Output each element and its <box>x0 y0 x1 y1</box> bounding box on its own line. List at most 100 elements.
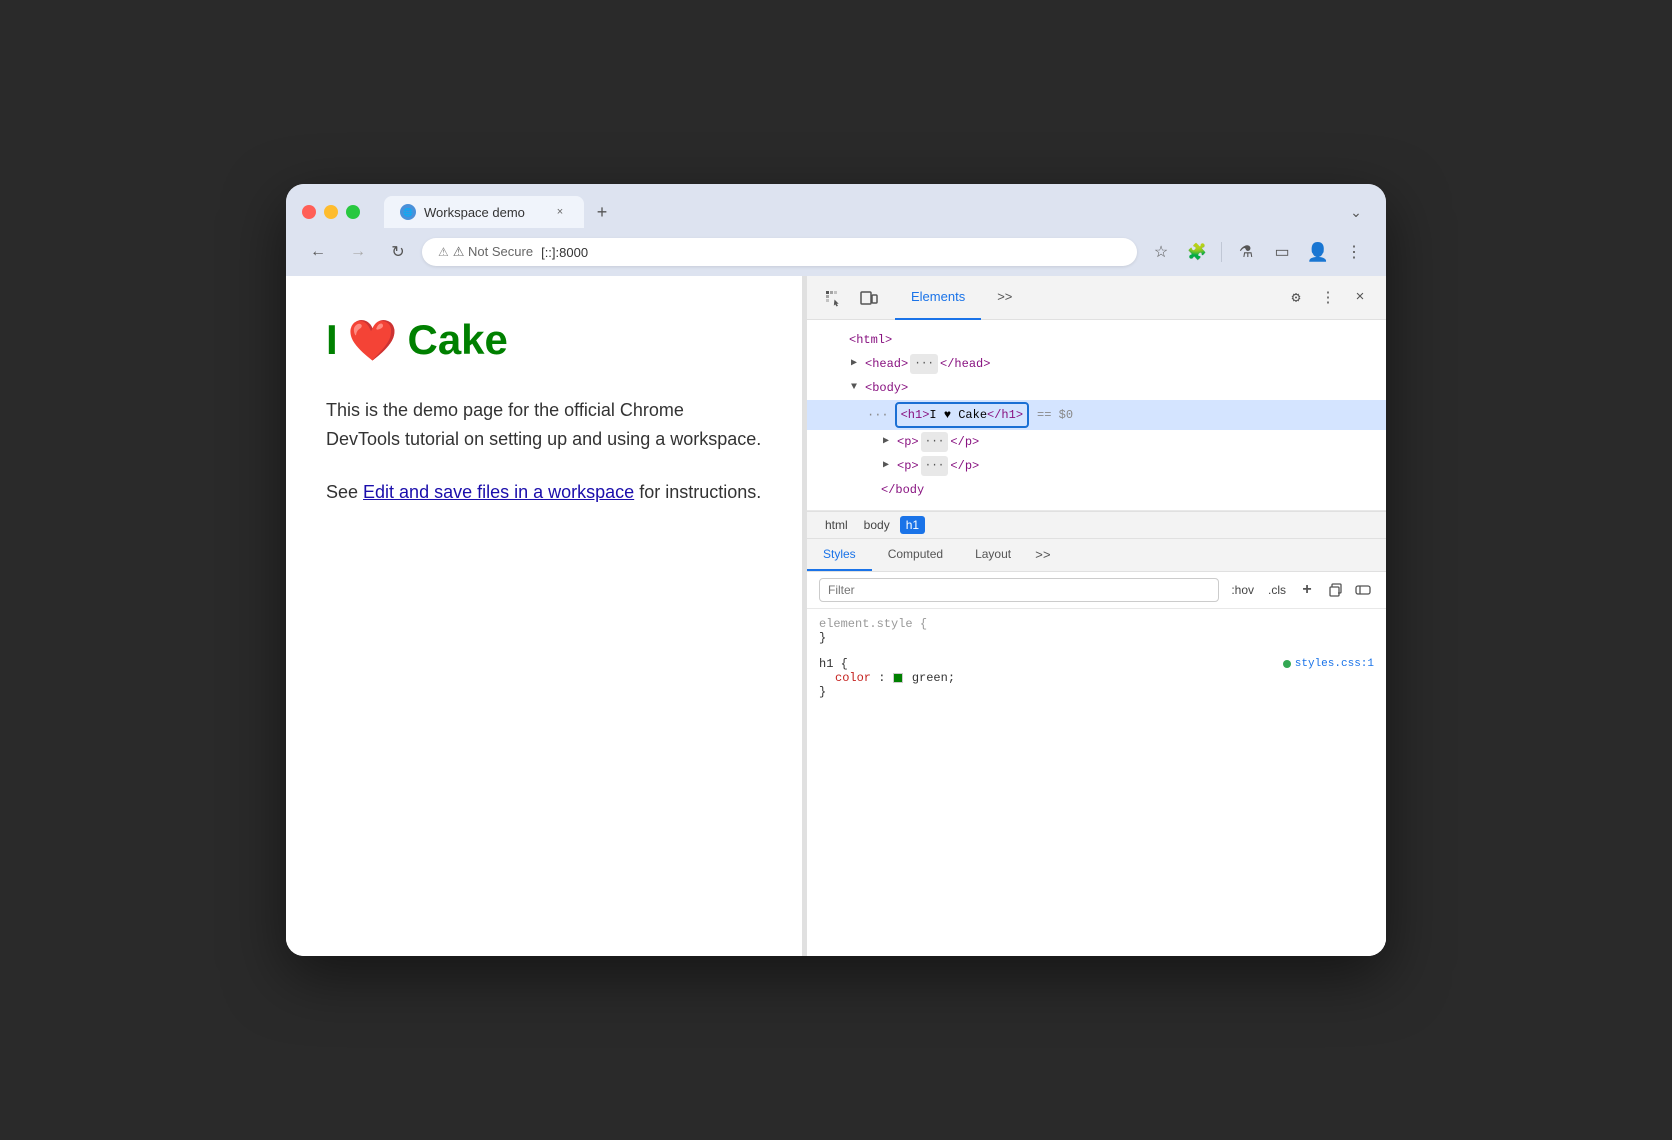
ellipsis-button[interactable]: ··· <box>910 354 938 374</box>
dom-body-line[interactable]: ▼ <body> <box>807 376 1386 400</box>
tab-menu-button[interactable]: ⌄ <box>1342 198 1370 226</box>
nav-icons: ☆ 🧩 ⚗ ▭ 👤 ⋮ <box>1145 236 1370 268</box>
selected-element-ref: == $0 <box>1037 405 1073 425</box>
sidebar-button[interactable]: ▭ <box>1266 236 1298 268</box>
tab-elements[interactable]: Elements <box>895 276 981 320</box>
content-area: I ❤️ Cake This is the demo page for the … <box>286 276 1386 956</box>
security-label: ⚠ Not Secure <box>453 244 533 260</box>
nav-bar: ← → ↻ ⚠ ⚠ Not Secure [::]:8000 ☆ 🧩 ⚗ ▭ 👤… <box>286 228 1386 276</box>
extensions-button[interactable]: 🧩 <box>1181 236 1213 268</box>
breadcrumb-h1[interactable]: h1 <box>900 516 925 534</box>
security-warning: ⚠ ⚠ Not Secure <box>438 244 533 260</box>
dom-more-dots[interactable]: ··· <box>867 405 889 425</box>
add-style-button[interactable]: + <box>1296 579 1318 601</box>
inspect-element-button[interactable] <box>819 284 847 312</box>
dom-head-line[interactable]: ▶ <head> ··· </head> <box>807 352 1386 376</box>
active-tab[interactable]: 🌐 Workspace demo × <box>384 196 584 228</box>
elements-tab-label: Elements <box>911 289 965 304</box>
css-source-dot <box>1283 660 1291 668</box>
color-swatch[interactable] <box>893 673 903 683</box>
tab-layout[interactable]: Layout <box>959 539 1027 571</box>
heading-prefix: I <box>326 316 338 364</box>
breadcrumb-body[interactable]: body <box>858 516 896 534</box>
address-text: [::]:8000 <box>541 245 588 260</box>
workspace-link[interactable]: Edit and save files in a workspace <box>363 482 634 502</box>
tab-more[interactable]: >> <box>981 276 1028 320</box>
css-source-link[interactable]: styles.css:1 <box>1283 658 1374 670</box>
device-toolbar-button[interactable] <box>855 284 883 312</box>
toggle-style-button[interactable] <box>1352 579 1374 601</box>
css-rule-selector-line: h1 { styles.css:1 <box>819 657 1374 671</box>
expand-icon: ▼ <box>851 378 865 398</box>
bookmark-button[interactable]: ☆ <box>1145 236 1177 268</box>
minimize-window-button[interactable] <box>324 205 338 219</box>
warning-icon: ⚠ <box>438 245 449 259</box>
filter-bar: :hov .cls + <box>807 572 1386 609</box>
ellipsis-button[interactable]: ··· <box>921 432 949 452</box>
heading-suffix: Cake <box>407 316 507 364</box>
browser-window: 🌐 Workspace demo × + ⌄ ← → ↻ ⚠ ⚠ Not Sec… <box>286 184 1386 956</box>
devtools-toolbar: Elements >> ⚙ ⋮ × <box>807 276 1386 320</box>
dom-h1-line[interactable]: ··· <h1>I ♥ Cake</h1> == $0 <box>807 400 1386 430</box>
page-link-section: See Edit and save files in a workspace f… <box>326 478 762 507</box>
reload-button[interactable]: ↻ <box>382 236 414 268</box>
dom-tree: <html> ▶ <head> ··· </head> ▼ <body> ··· <box>807 320 1386 511</box>
tab-close-button[interactable]: × <box>552 204 568 220</box>
dom-h1-highlighted: <h1>I ♥ Cake</h1> <box>895 402 1029 428</box>
page-heading: I ❤️ Cake <box>326 316 762 364</box>
new-tab-button[interactable]: + <box>588 198 616 226</box>
devtools-close-button[interactable]: × <box>1346 284 1374 312</box>
devtools-panel: Elements >> ⚙ ⋮ × <html> <box>806 276 1386 956</box>
tab-computed[interactable]: Computed <box>872 539 959 571</box>
devtools-tab-list: Elements >> <box>895 276 1274 320</box>
expand-icon: ▶ <box>883 432 897 452</box>
hov-button[interactable]: :hov <box>1227 581 1258 599</box>
dom-p1-line[interactable]: ▶ <p> ··· </p> <box>807 430 1386 454</box>
tab-favicon-icon: 🌐 <box>400 204 416 220</box>
css-source-label: styles.css:1 <box>1295 658 1374 670</box>
css-rule-element-style: element.style { } <box>819 617 1374 645</box>
page-content: I ❤️ Cake This is the demo page for the … <box>286 276 802 956</box>
dom-body-close-line[interactable]: </body <box>807 478 1386 502</box>
forward-button: → <box>342 236 374 268</box>
devtools-settings-button[interactable]: ⚙ <box>1282 284 1310 312</box>
filter-buttons: :hov .cls + <box>1227 579 1374 601</box>
tab-bar: 🌐 Workspace demo × + ⌄ <box>384 196 1370 228</box>
nav-separator <box>1221 242 1222 262</box>
profile-button[interactable]: 👤 <box>1302 236 1334 268</box>
css-rule-selector: element.style { <box>819 617 1374 631</box>
tab-title: Workspace demo <box>424 205 544 220</box>
css-rule-closing-h1: } <box>819 685 1374 699</box>
dom-p2-line[interactable]: ▶ <p> ··· </p> <box>807 454 1386 478</box>
cls-button[interactable]: .cls <box>1264 581 1290 599</box>
back-button[interactable]: ← <box>302 236 334 268</box>
dom-html-line[interactable]: <html> <box>807 328 1386 352</box>
menu-button[interactable]: ⋮ <box>1338 236 1370 268</box>
traffic-lights <box>302 205 360 219</box>
css-rule-closing: } <box>819 631 1374 645</box>
css-rules-list: element.style { } h1 { styles.css:1 <box>807 609 1386 719</box>
styles-filter-input[interactable] <box>819 578 1219 602</box>
expand-icon: ▶ <box>851 354 865 374</box>
heart-emoji: ❤️ <box>348 317 398 364</box>
devtools-actions: ⚙ ⋮ × <box>1282 284 1374 312</box>
breadcrumb-bar: html body h1 <box>807 511 1386 539</box>
address-bar[interactable]: ⚠ ⚠ Not Secure [::]:8000 <box>422 238 1137 266</box>
css-rule-h1: h1 { styles.css:1 color : green; <box>819 657 1374 699</box>
fullscreen-window-button[interactable] <box>346 205 360 219</box>
styles-sub-tabs: Styles Computed Layout >> <box>807 539 1386 572</box>
copy-style-button[interactable] <box>1324 579 1346 601</box>
more-tabs-label: >> <box>997 289 1012 304</box>
breadcrumb-html[interactable]: html <box>819 516 854 534</box>
lab-button[interactable]: ⚗ <box>1230 236 1262 268</box>
close-window-button[interactable] <box>302 205 316 219</box>
tab-more-styles[interactable]: >> <box>1027 540 1059 571</box>
page-body-text: This is the demo page for the official C… <box>326 396 762 454</box>
tab-styles[interactable]: Styles <box>807 539 872 571</box>
expand-icon: ▶ <box>883 456 897 476</box>
css-property-color: color : green; <box>819 671 1374 685</box>
ellipsis-button[interactable]: ··· <box>921 456 949 476</box>
styles-panel: element.style { } h1 { styles.css:1 <box>807 609 1386 956</box>
devtools-more-button[interactable]: ⋮ <box>1314 284 1342 312</box>
title-bar: 🌐 Workspace demo × + ⌄ <box>286 184 1386 228</box>
